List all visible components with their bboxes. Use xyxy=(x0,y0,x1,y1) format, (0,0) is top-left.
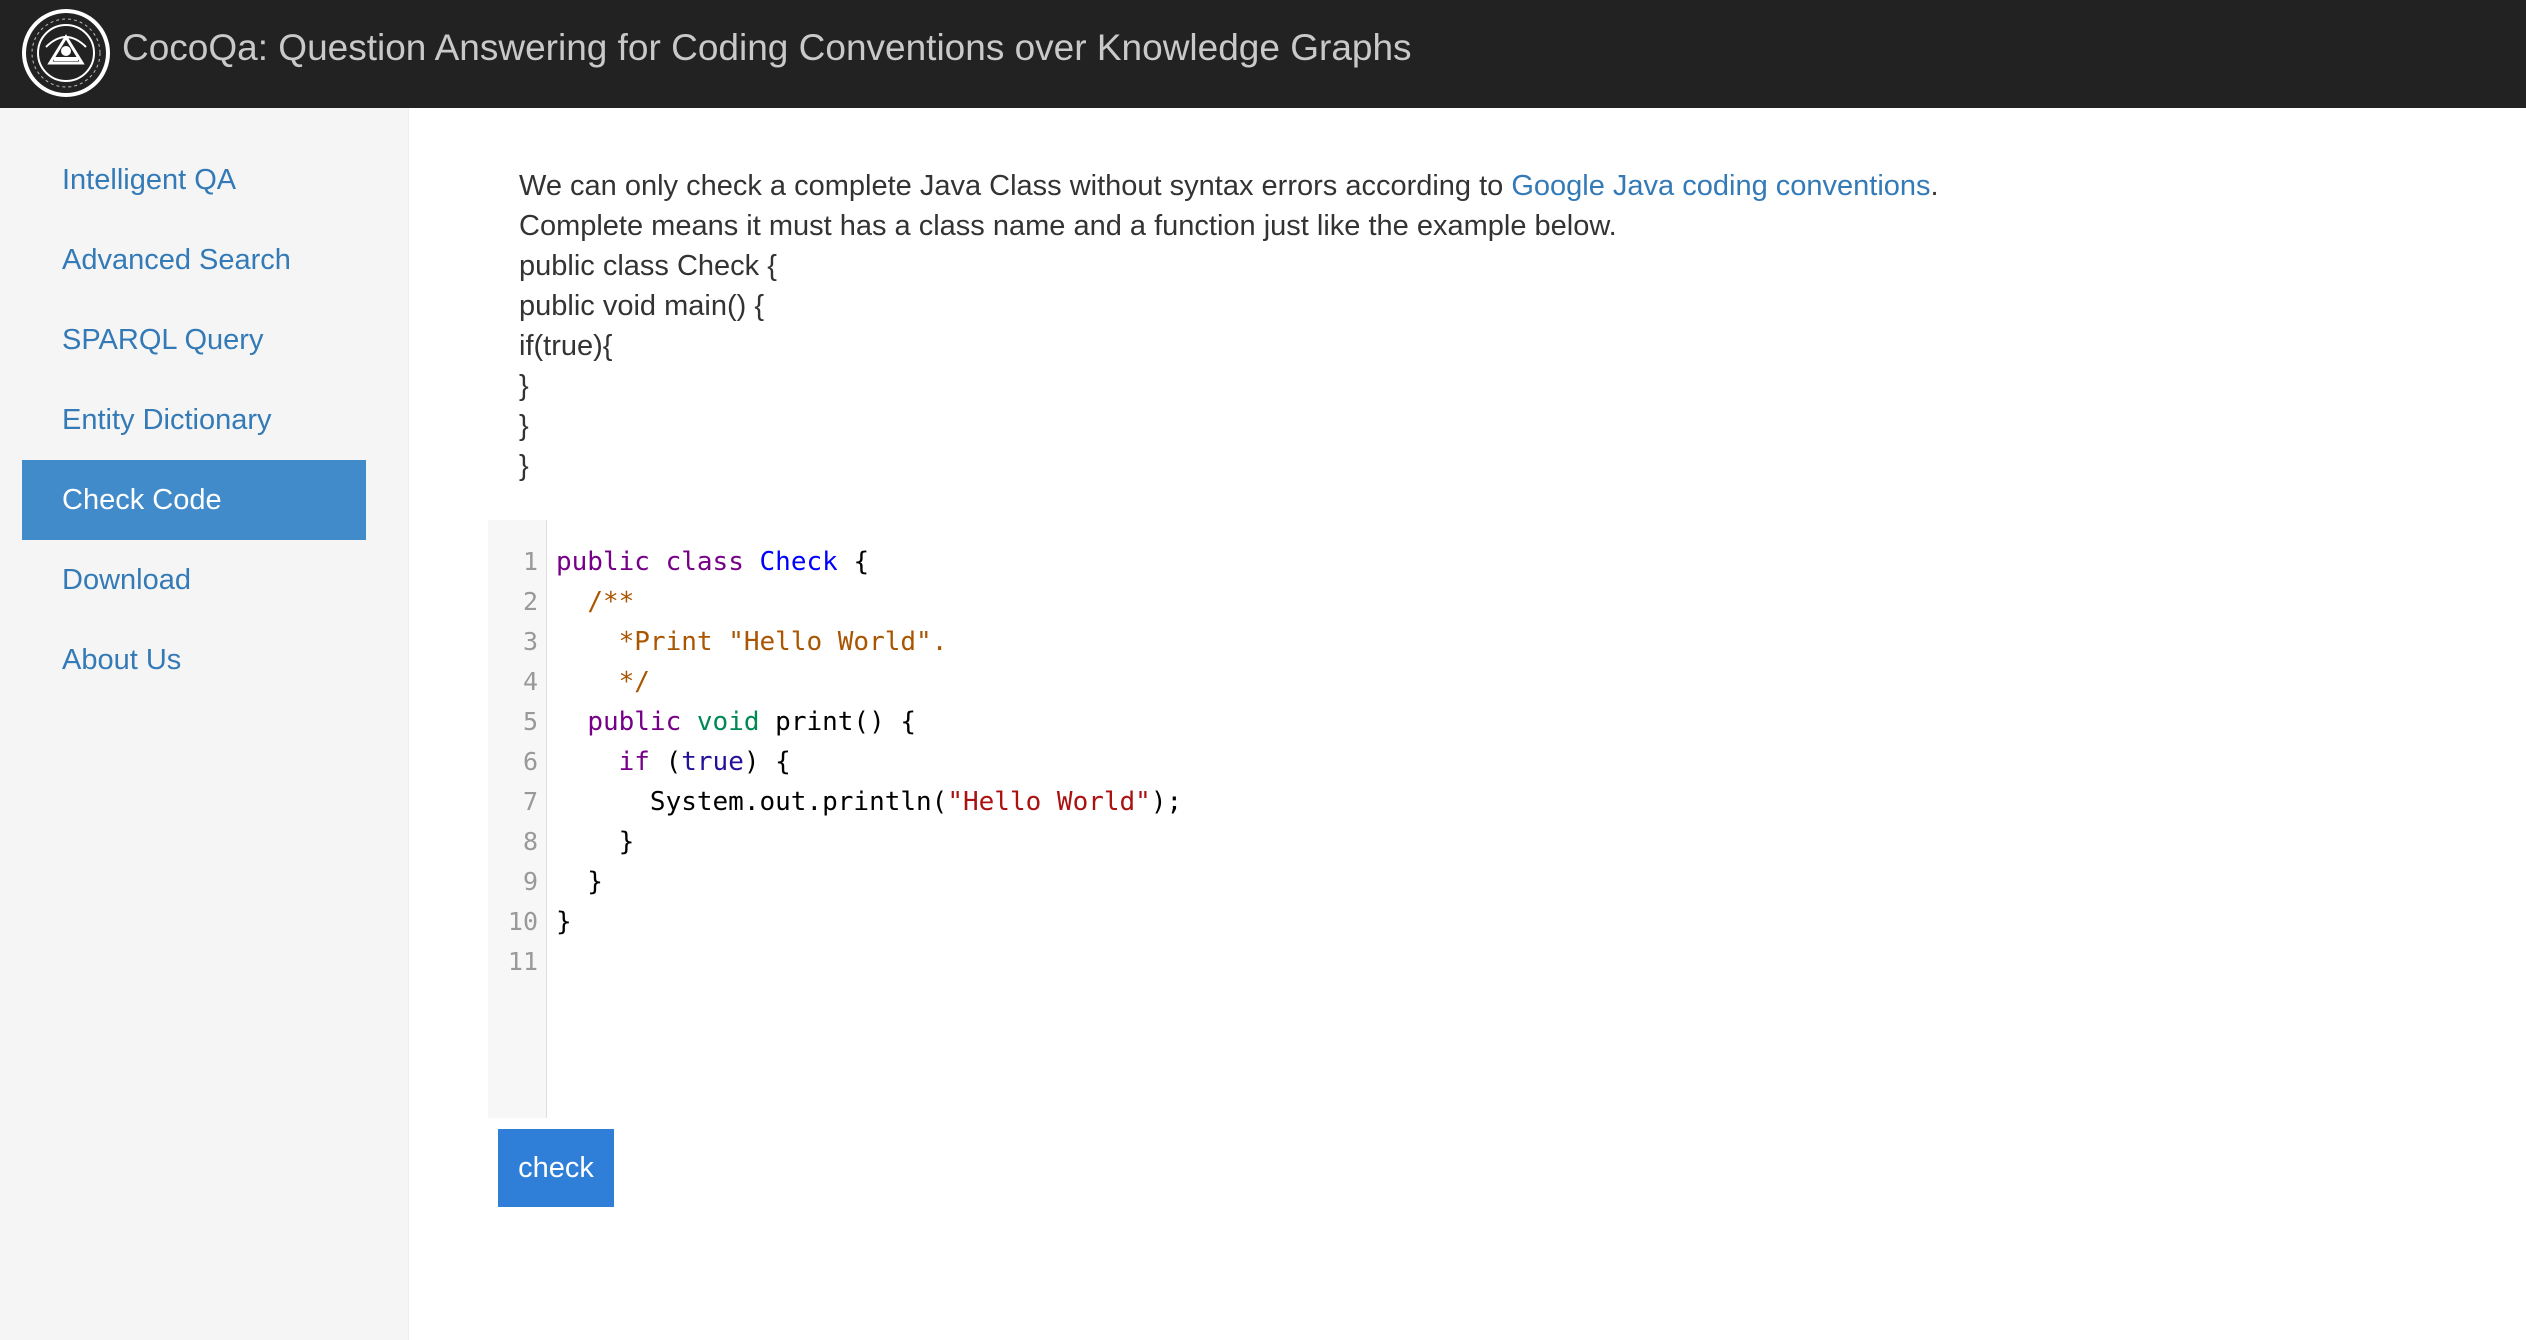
code-token: ); xyxy=(1150,787,1183,817)
line-number: 5 xyxy=(522,707,538,736)
line-number-gutter: 1 2 3 4 5 6 7 8 9 10 11 xyxy=(488,520,547,1118)
line-number: 1 xyxy=(522,547,538,576)
code-token: { xyxy=(837,547,870,577)
code-token: ) { xyxy=(743,747,791,777)
code-token: true xyxy=(681,747,744,777)
sidebar-item-check-code[interactable]: Check Code xyxy=(22,460,366,540)
line-number: 2 xyxy=(522,587,538,616)
code-line[interactable]: /** xyxy=(556,582,634,622)
line-number: 9 xyxy=(522,867,538,896)
code-token: System.out.println( xyxy=(556,787,948,817)
code-token: public xyxy=(556,547,650,577)
code-token: } xyxy=(556,827,635,857)
line-number: 8 xyxy=(522,827,538,856)
sidebar-item-sparql-query[interactable]: SPARQL Query xyxy=(22,300,366,380)
line-number: 7 xyxy=(522,787,538,816)
example-line: } xyxy=(519,370,529,402)
code-token: public xyxy=(587,707,682,737)
sidebar-item-about-us[interactable]: About Us xyxy=(22,620,366,700)
line-number: 6 xyxy=(522,747,538,776)
check-button[interactable]: check xyxy=(498,1129,614,1207)
app-title[interactable]: CocoQa: Question Answering for Coding Co… xyxy=(122,24,1412,72)
code-line[interactable]: if (true) { xyxy=(556,742,791,782)
code-token: ( xyxy=(649,747,682,777)
example-line: } xyxy=(519,410,529,442)
sidebar-item-advanced-search[interactable]: Advanced Search xyxy=(22,220,366,300)
code-token: } xyxy=(556,907,572,937)
code-line[interactable]: *Print "Hello World". xyxy=(556,622,948,662)
sidebar-item-download[interactable]: Download xyxy=(22,540,366,620)
sidebar: Intelligent QA Advanced Search SPARQL Qu… xyxy=(0,108,409,1340)
code-line[interactable]: } xyxy=(556,862,603,902)
top-navbar: CocoQa: Question Answering for Coding Co… xyxy=(0,0,2526,108)
example-line: public void main() { xyxy=(519,290,764,322)
example-line: if(true){ xyxy=(519,330,613,362)
instructions-line-2: Complete means it must has a class name … xyxy=(519,210,1617,242)
sidebar-item-entity-dictionary[interactable]: Entity Dictionary xyxy=(22,380,366,460)
code-token: Check xyxy=(759,547,838,577)
code-editor[interactable]: 1 2 3 4 5 6 7 8 9 10 11 public class Check { /** *… xyxy=(488,520,2106,1118)
code-token: /** xyxy=(587,587,635,617)
instructions: We can only check a complete Java Class … xyxy=(519,166,1939,486)
sidebar-item-intelligent-qa[interactable]: Intelligent QA xyxy=(22,140,366,220)
code-token: void xyxy=(696,707,760,737)
line-number: 11 xyxy=(507,947,538,976)
line-number: 3 xyxy=(522,627,538,656)
university-logo-icon xyxy=(22,9,110,97)
code-token: "Hello World" xyxy=(947,787,1151,817)
code-line[interactable]: */ xyxy=(556,662,650,702)
code-line[interactable]: public void print() { xyxy=(556,702,916,742)
code-line[interactable]: } xyxy=(556,902,572,942)
code-token: class xyxy=(665,547,744,577)
code-token: */ xyxy=(618,667,650,697)
code-token: print() { xyxy=(759,707,917,737)
code-token: } xyxy=(556,867,603,897)
code-token: if xyxy=(618,747,650,777)
google-java-conventions-link[interactable]: Google Java coding conventions xyxy=(1511,170,1930,202)
line-number: 10 xyxy=(507,907,538,936)
example-line: public class Check { xyxy=(519,250,777,282)
code-token: *Print "Hello World". xyxy=(618,627,948,657)
code-line[interactable]: } xyxy=(556,822,635,862)
example-line: } xyxy=(519,450,529,482)
instructions-line-1: We can only check a complete Java Class … xyxy=(519,170,1939,202)
line-number: 4 xyxy=(522,667,538,696)
code-line[interactable]: public class Check { xyxy=(556,542,869,582)
code-line[interactable]: System.out.println("Hello World"); xyxy=(556,782,1182,822)
